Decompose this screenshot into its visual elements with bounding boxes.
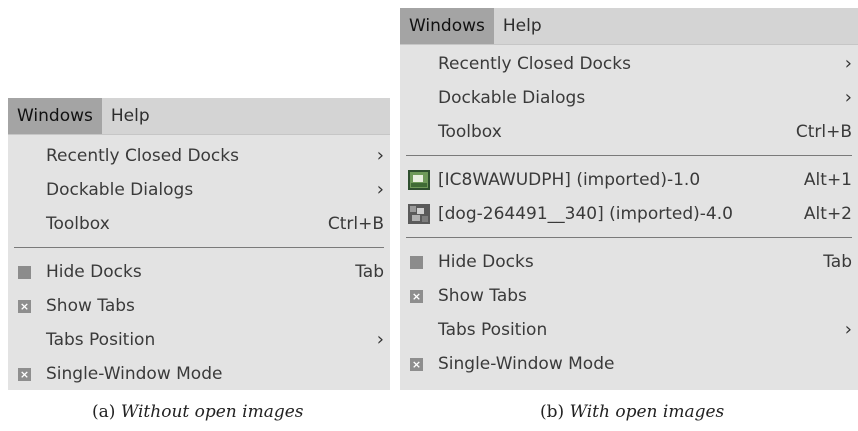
menu-item-label: Tabs Position <box>438 320 548 340</box>
chevron-right-icon: › <box>376 145 384 166</box>
checkbox-checked-icon: × <box>18 368 31 381</box>
menu-item-toolbox[interactable]: Toolbox Ctrl+B <box>400 115 858 149</box>
checkbox-checked-icon: × <box>410 290 423 303</box>
menu-item-toolbox[interactable]: Toolbox Ctrl+B <box>8 207 390 241</box>
menu-item-recently-closed-docks[interactable]: Recently Closed Docks › <box>400 47 858 81</box>
menu-item-label: [IC8WAWUDPH] (imported)-1.0 <box>438 170 701 190</box>
menu-item-single-window-mode[interactable]: × Single-Window Mode <box>8 357 390 391</box>
square-icon <box>18 266 31 279</box>
menu-item-label: Recently Closed Docks <box>46 146 239 166</box>
menu-item-recently-closed-docks[interactable]: Recently Closed Docks › <box>8 139 390 173</box>
menu-item-label: Dockable Dialogs <box>46 180 194 200</box>
menu-item-label: [dog-264491__340] (imported)-4.0 <box>438 204 733 224</box>
square-icon <box>410 256 423 269</box>
menu-item-hide-docks[interactable]: Hide Docks Tab <box>400 245 858 279</box>
checkbox-checked-icon: × <box>18 300 31 313</box>
shortcut-label: Tab <box>355 262 384 282</box>
menu-item-label: Single-Window Mode <box>46 364 223 384</box>
chevron-right-icon: › <box>844 87 852 108</box>
menu-item-label: Toolbox <box>438 122 502 142</box>
image-thumbnail-icon <box>408 204 430 224</box>
caption-a: (a) Without open images <box>92 402 304 422</box>
caption-text: With open images <box>569 402 725 422</box>
menu-item-show-tabs[interactable]: × Show Tabs <box>400 279 858 313</box>
shortcut-label: Ctrl+B <box>795 122 852 142</box>
shortcut-label: Tab <box>823 252 852 272</box>
menu-item-label: Tabs Position <box>46 330 156 350</box>
menu-item-dockable-dialogs[interactable]: Dockable Dialogs › <box>8 173 390 207</box>
menu-separator <box>406 155 852 156</box>
menu-item-label: Show Tabs <box>438 286 527 306</box>
checkbox-checked-icon: × <box>410 358 423 371</box>
menu-item-hide-docks[interactable]: Hide Docks Tab <box>8 255 390 289</box>
menu-item-tabs-position[interactable]: Tabs Position › <box>400 313 858 347</box>
chevron-right-icon: › <box>376 329 384 350</box>
shortcut-label: Ctrl+B <box>327 214 384 234</box>
menu-windows[interactable]: Windows <box>400 8 494 44</box>
menu-item-dockable-dialogs[interactable]: Dockable Dialogs › <box>400 81 858 115</box>
caption-text: Without open images <box>120 402 304 422</box>
menu-item-label: Single-Window Mode <box>438 354 615 374</box>
shortcut-label: Alt+2 <box>803 204 852 224</box>
menu-item-image-1[interactable]: [IC8WAWUDPH] (imported)-1.0 Alt+1 <box>400 163 858 197</box>
menubar: Windows Help <box>8 98 390 135</box>
menu-item-single-window-mode[interactable]: × Single-Window Mode <box>400 347 858 381</box>
menu-item-show-tabs[interactable]: × Show Tabs <box>8 289 390 323</box>
menubar: Windows Help <box>400 8 858 45</box>
shortcut-label: Alt+1 <box>803 170 852 190</box>
menu-item-tabs-position[interactable]: Tabs Position › <box>8 323 390 357</box>
menu-help[interactable]: Help <box>494 8 551 44</box>
menu-item-image-2[interactable]: [dog-264491__340] (imported)-4.0 Alt+2 <box>400 197 858 231</box>
chevron-right-icon: › <box>844 53 852 74</box>
menu-item-label: Show Tabs <box>46 296 135 316</box>
image-thumbnail-icon <box>408 170 430 190</box>
menu-item-label: Hide Docks <box>46 262 142 282</box>
caption-prefix: (b) <box>540 402 565 422</box>
caption-b: (b) With open images <box>540 402 724 422</box>
menu-item-label: Recently Closed Docks <box>438 54 631 74</box>
menu-separator <box>406 237 852 238</box>
menu-item-label: Dockable Dialogs <box>438 88 586 108</box>
chevron-right-icon: › <box>376 179 384 200</box>
menu-panel-with-images: Windows Help Recently Closed Docks › Doc… <box>400 8 858 390</box>
menu-help[interactable]: Help <box>102 98 159 134</box>
menu-item-label: Hide Docks <box>438 252 534 272</box>
menu-panel-without-images: Windows Help Recently Closed Docks › Doc… <box>8 98 390 390</box>
caption-prefix: (a) <box>92 402 116 422</box>
menu-separator <box>14 247 384 248</box>
menu-item-label: Toolbox <box>46 214 110 234</box>
menu-windows[interactable]: Windows <box>8 98 102 134</box>
chevron-right-icon: › <box>844 319 852 340</box>
